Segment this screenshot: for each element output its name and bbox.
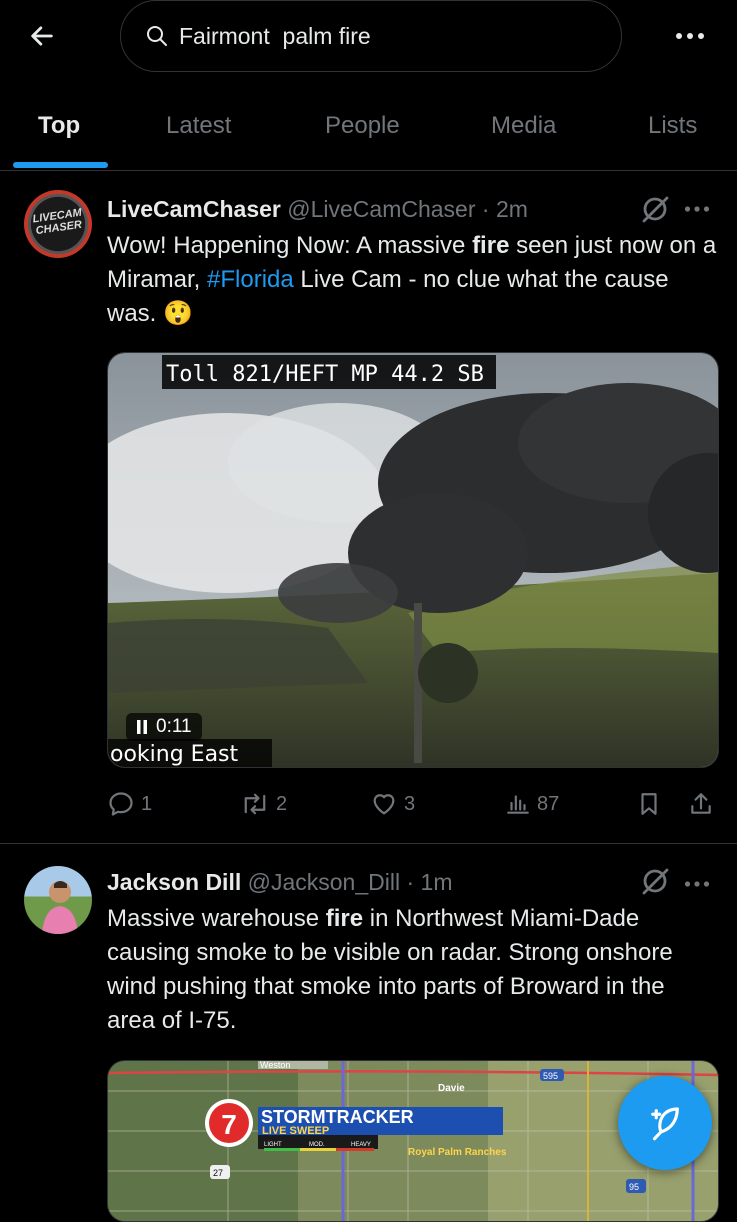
views-count: 87 [537,792,560,815]
post-text: Massive warehouse fire in Northwest Miam… [107,902,717,1038]
hashtag-link[interactable]: #Florida [207,266,294,293]
compose-feather-icon [651,1107,679,1141]
more-icon [684,881,710,887]
channel-logo: 7 [221,1109,237,1140]
road-595: 595 [543,1071,558,1081]
views-icon [507,795,529,814]
tab-latest[interactable]: Latest [166,112,231,140]
pause-icon [137,720,147,734]
map-label-davie: Davie [438,1083,465,1094]
grok-icon [642,196,669,223]
arrow-left-icon [31,26,53,46]
repost-count: 2 [276,792,288,815]
more-options-button[interactable] [668,18,712,54]
video-caption-bottom: ooking East [110,742,239,767]
video-caption-top: Toll 821/HEFT MP 44.2 SB [166,362,484,387]
like-count: 3 [404,792,416,815]
heart-icon [373,794,395,815]
emoji: 😲 [163,300,193,327]
author-name[interactable]: Jackson Dill [107,869,241,895]
legend-heavy: HEAVY [351,1142,371,1148]
map-label-royal-palm: Royal Palm Ranches [408,1147,507,1158]
views-button[interactable]: 87 [505,790,559,818]
active-tab-indicator [13,162,108,168]
map-label-weston: Weston [260,1061,290,1070]
tab-lists[interactable]: Lists [648,112,697,140]
avatar-photo [42,881,78,934]
legend-mod: MOD. [309,1142,325,1148]
post-header: LiveCamChaser @LiveCamChaser · 2m [107,196,528,223]
avatar[interactable]: LIVECAM CHASER [24,190,92,258]
post-more-button[interactable] [684,200,710,218]
tab-top[interactable]: Top [38,112,80,140]
post-more-button[interactable] [684,875,710,893]
road-27: 27 [213,1168,223,1178]
search-tabs: Top Latest People Media Lists [0,92,737,171]
video-frame: Toll 821/HEFT MP 44.2 SB ooking East [108,353,718,767]
bookmark-button[interactable] [636,790,662,823]
search-icon [147,26,167,46]
reply-button[interactable]: 1 [107,790,152,818]
back-button[interactable] [20,14,64,58]
repost-button[interactable]: 2 [240,790,287,818]
video-timer[interactable]: 0:11 [126,713,202,741]
author-handle[interactable]: @LiveCamChaser [287,196,475,222]
tab-people[interactable]: People [325,112,400,140]
author-name[interactable]: LiveCamChaser [107,196,281,222]
post-time: · 2m [481,196,528,222]
grok-icon [642,868,669,895]
avatar[interactable] [24,866,92,934]
post-text: Wow! Happening Now: A massive fire seen … [107,229,717,331]
post-divider [0,843,737,844]
text-segment: Wow! Happening Now: A massive [107,232,473,259]
reply-count: 1 [141,792,153,815]
grok-button[interactable] [640,866,670,901]
text-segment: Massive warehouse [107,905,326,932]
share-icon [691,793,711,814]
grok-button[interactable] [640,194,670,229]
bookmark-icon [641,793,657,815]
highlight-term: fire [325,905,364,932]
post-video[interactable]: Toll 821/HEFT MP 44.2 SB ooking East 0:1… [107,352,719,768]
more-icon [676,33,704,39]
share-button[interactable] [688,790,714,823]
legend-light: LIGHT [264,1142,282,1148]
compose-button[interactable] [618,1076,712,1170]
search-input[interactable]: Fairmont palm fire [120,0,622,72]
road-95: 95 [629,1182,639,1192]
post-time: · 1m [406,869,453,895]
post-header: Jackson Dill @Jackson_Dill · 1m [107,869,452,896]
brand-title: STORMTRACKER [261,1107,414,1127]
video-duration: 0:11 [156,716,192,737]
brand-subtitle: LIVE SWEEP [262,1125,329,1137]
like-button[interactable]: 3 [370,790,415,818]
search-query: Fairmont palm fire [179,22,371,49]
author-handle[interactable]: @Jackson_Dill [248,869,400,895]
highlight-term: fire [472,232,510,259]
more-icon [684,206,710,212]
repost-icon [244,793,266,815]
reply-icon [109,792,133,816]
tab-media[interactable]: Media [491,112,556,140]
